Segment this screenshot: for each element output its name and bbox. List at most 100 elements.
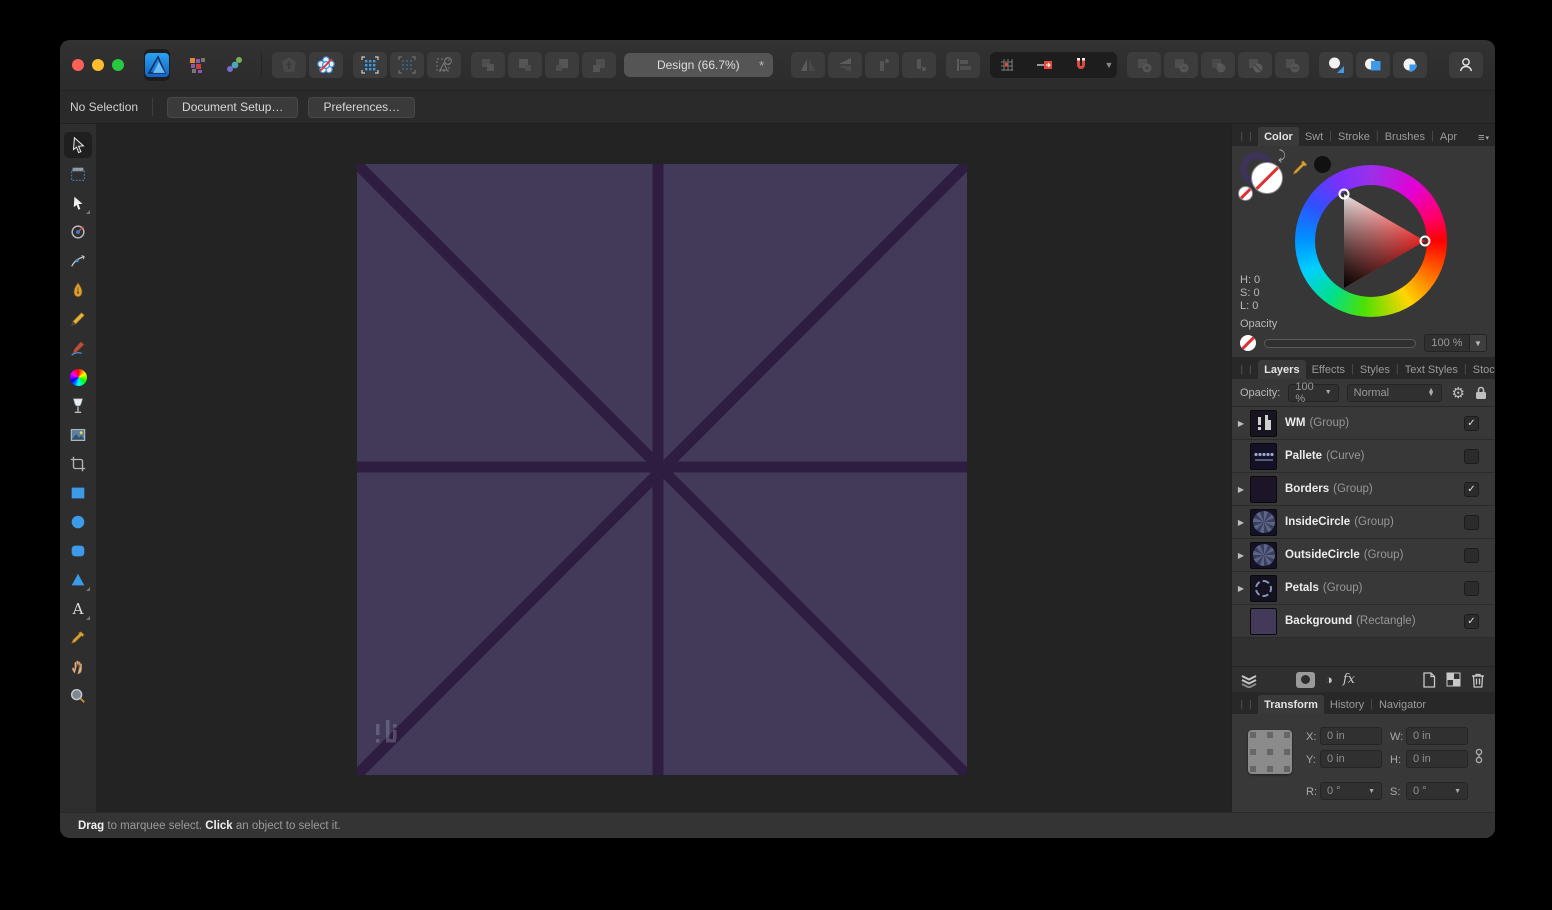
place-image-tool[interactable] (64, 422, 92, 448)
layer-row[interactable]: Pallete (Curve) (1232, 440, 1495, 473)
layers-stack-icon[interactable] (1240, 672, 1258, 688)
layer-row[interactable]: Background (Rectangle) ✓ (1232, 605, 1495, 638)
alignment-button[interactable] (946, 52, 980, 78)
transparency-tool[interactable] (64, 393, 92, 419)
color-wheel[interactable] (1295, 165, 1447, 317)
expand-arrow-icon[interactable]: ▶ (1232, 518, 1250, 527)
opacity-value[interactable]: 100 % (1424, 334, 1470, 352)
layer-thumbnail[interactable] (1250, 476, 1277, 503)
artboard-document[interactable] (357, 164, 967, 775)
blend-mode-dropdown[interactable]: Normal▲▼ (1347, 384, 1442, 402)
mask-layer-icon[interactable] (1296, 672, 1315, 688)
layer-row[interactable]: ▶ Petals (Group) (1232, 572, 1495, 605)
force-pixel-alignment-toggle[interactable] (1027, 52, 1061, 78)
layer-thumbnail[interactable] (1250, 542, 1277, 569)
view-tab-dropdown[interactable]: Design (66.7%) * (624, 53, 773, 77)
styles-badge-icon[interactable] (309, 52, 343, 78)
flip-vertical-button[interactable] (828, 52, 862, 78)
pen-tool[interactable] (64, 277, 92, 303)
layer-effects-icon[interactable]: fx (1343, 672, 1355, 687)
layer-visibility-checkbox[interactable] (1464, 515, 1479, 530)
flip-horizontal-button[interactable] (791, 52, 825, 78)
layer-row[interactable]: ▶ WM (Group) ✓ (1232, 407, 1495, 440)
document-setup-button[interactable]: Document Setup… (167, 97, 298, 118)
layer-thumbnail[interactable] (1250, 443, 1277, 470)
layer-row[interactable]: ▶ Borders (Group) ✓ (1232, 473, 1495, 506)
convert-to-curves-icon[interactable] (427, 52, 461, 78)
node-tool[interactable] (64, 190, 92, 216)
rotation-dropdown[interactable]: 0 °▼ (1320, 782, 1382, 800)
x-input[interactable]: 0 in (1320, 727, 1382, 745)
expand-arrow-icon[interactable]: ▶ (1232, 584, 1250, 593)
colour-tool[interactable] (64, 364, 92, 390)
text-tool[interactable]: A (64, 596, 92, 622)
tab-brushes[interactable]: Brushes (1379, 127, 1431, 146)
swatches-grid-icon[interactable] (180, 52, 214, 78)
rectangle-tool[interactable] (64, 480, 92, 506)
layer-visibility-checkbox[interactable] (1464, 449, 1479, 464)
boolean-combine-button[interactable] (1275, 52, 1309, 78)
opacity-slider[interactable] (1264, 339, 1416, 348)
new-layer-icon[interactable] (1446, 672, 1461, 687)
move-to-back-button[interactable] (582, 52, 616, 78)
tab-stock[interactable]: Stock (1467, 360, 1495, 379)
blend-options-gear-icon[interactable]: ⚙ (1452, 384, 1465, 402)
panel-drag-handle[interactable]: ❘❘ (1238, 699, 1255, 710)
triangle-tool[interactable] (64, 567, 92, 593)
rounded-rectangle-tool[interactable] (64, 538, 92, 564)
layer-visibility-checkbox[interactable]: ✓ (1464, 614, 1479, 629)
layer-row[interactable]: ▶ InsideCircle (Group) (1232, 506, 1495, 539)
maximize-window-button[interactable] (112, 59, 124, 71)
tab-swatches[interactable]: Swt (1299, 127, 1329, 146)
tab-history[interactable]: History (1324, 695, 1370, 714)
tab-stroke[interactable]: Stroke (1332, 127, 1376, 146)
preferences-button[interactable]: Preferences… (308, 97, 415, 118)
expand-arrow-icon[interactable]: ▶ (1232, 551, 1250, 560)
rotate-ccw-button[interactable] (865, 52, 899, 78)
vector-crop-tool[interactable] (64, 451, 92, 477)
corner-tool[interactable] (64, 248, 92, 274)
no-opacity-icon[interactable] (1240, 335, 1256, 351)
insert-inside-button[interactable] (1393, 52, 1427, 78)
point-transform-tool[interactable] (64, 219, 92, 245)
boolean-intersect-button[interactable] (1201, 52, 1235, 78)
shear-dropdown[interactable]: 0 °▼ (1406, 782, 1468, 800)
insert-on-top-button[interactable] (1356, 52, 1390, 78)
move-to-front-button[interactable] (471, 52, 505, 78)
close-window-button[interactable] (72, 59, 84, 71)
lock-icon[interactable] (1475, 386, 1487, 400)
colour-picker-tool[interactable] (64, 625, 92, 651)
share-icon[interactable] (217, 52, 251, 78)
tab-layers[interactable]: Layers (1258, 360, 1305, 379)
view-hand-tool[interactable] (64, 654, 92, 680)
h-input[interactable]: 0 in (1406, 750, 1468, 768)
swap-fill-stroke-icon[interactable]: ⤸ (1278, 148, 1286, 164)
insert-behind-button[interactable] (1319, 52, 1353, 78)
adjustment-layer-icon[interactable]: ◑ (1325, 672, 1333, 687)
y-input[interactable]: 0 in (1320, 750, 1382, 768)
panel-menu-icon[interactable]: ≡ (1478, 132, 1489, 144)
layers-opacity-dropdown[interactable]: 100 %▼ (1288, 384, 1338, 402)
layer-visibility-checkbox[interactable] (1464, 548, 1479, 563)
expand-arrow-icon[interactable]: ▶ (1232, 485, 1250, 494)
opacity-caret[interactable]: ▼ (1470, 334, 1487, 352)
fill-color-swatch[interactable] (1251, 162, 1283, 194)
move-forward-button[interactable] (508, 52, 542, 78)
snap-to-grid-icon[interactable] (353, 52, 387, 78)
pixel-grid-toggle[interactable] (990, 52, 1024, 78)
artboard-tool[interactable] (64, 161, 92, 187)
layer-thumbnail[interactable] (1250, 608, 1277, 635)
no-fill-swatch[interactable] (1238, 186, 1253, 201)
panel-drag-handle[interactable]: ❘❘ (1238, 131, 1255, 142)
layer-thumbnail[interactable] (1250, 509, 1277, 536)
tab-styles[interactable]: Styles (1354, 360, 1396, 379)
layer-visibility-checkbox[interactable]: ✓ (1464, 482, 1479, 497)
minimize-window-button[interactable] (92, 59, 104, 71)
boolean-subtract-button[interactable] (1164, 52, 1198, 78)
tab-color[interactable]: Color (1258, 127, 1299, 146)
boolean-add-button[interactable] (1127, 52, 1161, 78)
layer-thumbnail[interactable] (1250, 575, 1277, 602)
pencil-tool[interactable] (64, 306, 92, 332)
link-dimensions-icon[interactable] (1475, 748, 1483, 764)
boolean-divide-button[interactable] (1238, 52, 1272, 78)
